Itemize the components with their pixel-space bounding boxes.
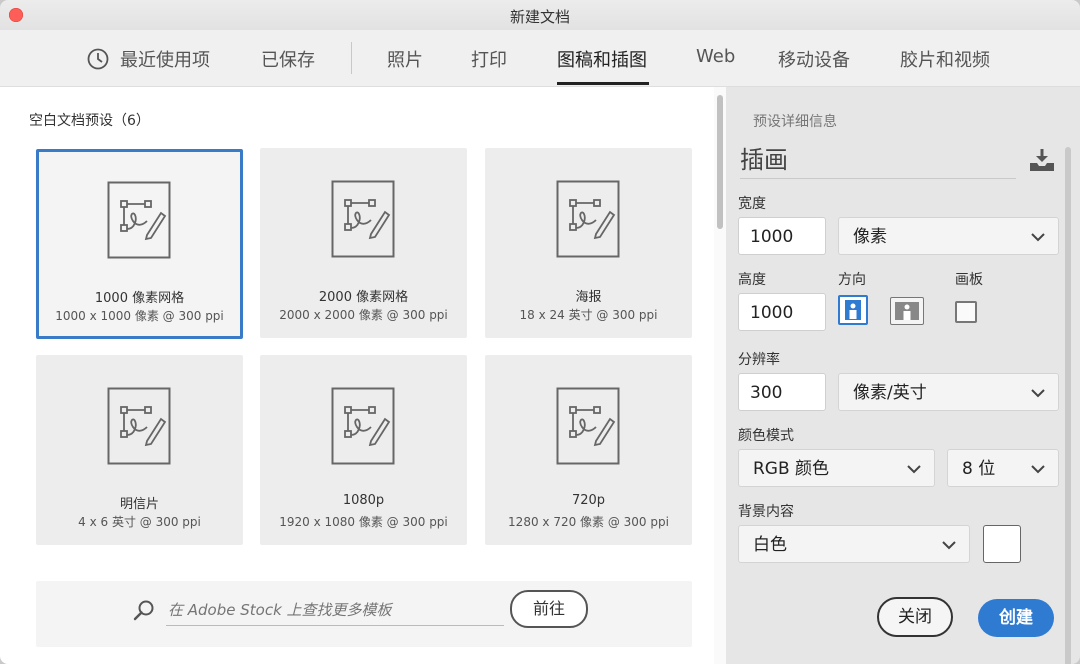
tab-0[interactable]: 最近使用项 [120,46,210,72]
preset-card[interactable]: 海报 18 x 24 英寸 @ 300 ppi [485,148,692,338]
preset-card[interactable]: 1000 像素网格 1000 x 1000 像素 @ 300 ppi [36,149,243,339]
presets-panel: 空白文档预设（6） 1000 像素网格 1000 x 1000 像素 @ 300 … [0,87,714,664]
tab-7[interactable]: 胶片和视频 [900,46,990,72]
preset-card-name: 海报 [575,290,602,305]
preset-card-meta: 1920 x 1080 像素 @ 300 ppi [279,515,448,529]
presets-scroll-thumb[interactable] [717,95,723,229]
preset-card-name: 720p [571,493,606,508]
resolution-unit-value: 像素/英寸 [853,383,927,403]
chevron-down-icon [1031,465,1045,474]
stock-search-bar: 前往 [36,581,692,647]
background-select[interactable]: 白色 [738,525,970,563]
new-document-dialog: 新建文档 最近使用项 已保存 照片 打印 图稿和插图 Web 移动设备 胶片和视频 空白文档预… [0,0,1080,664]
illustration-preset-icon [331,387,395,465]
preset-name-field[interactable]: 插画 [740,142,1016,179]
preset-card-meta: 4 x 6 英寸 @ 300 ppi [78,515,201,529]
tab-6[interactable]: 移动设备 [778,46,850,72]
category-tabs: 最近使用项 已保存 照片 打印 图稿和插图 Web 移动设备 胶片和视频 [0,30,1080,87]
illustration-preset-icon [331,180,395,258]
close-button[interactable]: 关闭 [877,597,953,637]
preset-card[interactable]: 2000 像素网格 2000 x 2000 像素 @ 300 ppi [260,148,467,338]
preset-card-meta: 18 x 24 英寸 @ 300 ppi [519,308,658,322]
details-heading: 预设详细信息 [753,114,837,130]
preset-card-name: 明信片 [119,497,159,512]
width-unit-select[interactable]: 像素 [838,217,1059,255]
color-mode-select[interactable]: RGB 颜色 [738,449,935,487]
search-icon [133,600,154,621]
tab-1[interactable]: 已保存 [261,46,315,72]
color-mode-label: 颜色模式 [738,428,794,444]
illustration-preset-icon [556,387,620,465]
stock-search-input[interactable] [166,595,504,626]
active-tab-indicator [557,82,649,85]
preset-card-meta: 1280 x 720 像素 @ 300 ppi [508,515,669,529]
background-color-swatch[interactable] [983,525,1021,563]
create-button[interactable]: 创建 [978,599,1054,637]
resolution-label: 分辨率 [738,352,780,368]
chevron-down-icon [1031,233,1045,242]
tab-2[interactable]: 照片 [387,46,423,72]
preset-card[interactable]: 明信片 4 x 6 英寸 @ 300 ppi [36,355,243,545]
go-button[interactable]: 前往 [510,590,588,628]
preset-card[interactable]: 1080p 1920 x 1080 像素 @ 300 ppi [260,355,467,545]
resolution-unit-select[interactable]: 像素/英寸 [838,373,1059,411]
artboard-checkbox[interactable] [955,301,977,323]
window-title: 新建文档 [509,8,570,26]
preset-card-name: 1080p [342,493,385,508]
height-input[interactable]: 1000 [738,293,826,331]
preset-card[interactable]: 720p 1280 x 720 像素 @ 300 ppi [485,355,692,545]
background-value: 白色 [753,535,787,555]
width-label: 宽度 [738,196,766,212]
landscape-icon [895,302,919,320]
chevron-down-icon [1031,389,1045,398]
details-scrollbar[interactable] [1065,147,1071,664]
resolution-input[interactable]: 300 [738,373,826,411]
tab-3[interactable]: 打印 [471,46,507,72]
tab-4[interactable]: 图稿和插图 [557,46,647,72]
artboard-label: 画板 [955,272,983,288]
illustration-preset-icon [556,180,620,258]
bit-depth-value: 8 位 [962,459,996,479]
illustration-preset-icon [107,387,171,465]
background-label: 背景内容 [738,504,794,520]
height-label: 高度 [738,272,766,288]
illustration-preset-icon [107,181,171,259]
bit-depth-select[interactable]: 8 位 [947,449,1059,487]
portrait-orientation-button[interactable] [838,295,868,325]
tab-divider [351,42,352,74]
tab-5[interactable]: Web [696,46,735,67]
landscape-orientation-button[interactable] [890,297,924,325]
presets-section-title: 空白文档预设（6） [29,113,150,129]
preset-card-meta: 2000 x 2000 像素 @ 300 ppi [279,308,448,322]
portrait-icon [845,300,861,320]
title-bar: 新建文档 [0,0,1080,31]
color-mode-value: RGB 颜色 [753,459,830,479]
preset-details-panel: 预设详细信息 插画 宽度 1000 像素 高度 方向 画板 1000 分辨率 3… [726,87,1080,664]
presets-scrollbar[interactable] [714,87,726,664]
width-input[interactable]: 1000 [738,217,826,255]
save-preset-icon[interactable] [1028,147,1056,173]
chevron-down-icon [907,465,921,474]
preset-card-name: 2000 像素网格 [318,290,409,305]
width-unit-value: 像素 [853,227,887,247]
clock-icon [87,48,109,70]
preset-card-name: 1000 像素网格 [94,291,185,306]
orientation-label: 方向 [838,272,866,288]
preset-card-meta: 1000 x 1000 像素 @ 300 ppi [55,309,224,323]
chevron-down-icon [942,541,956,550]
